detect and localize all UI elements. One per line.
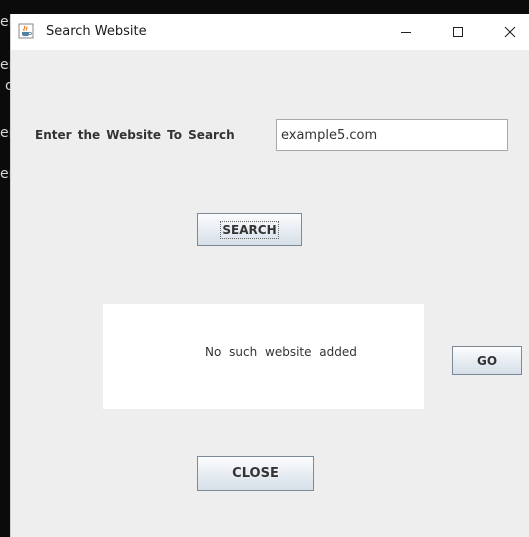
search-website-window: Search Website Enter the Website To Sear…	[10, 14, 529, 537]
maximize-icon	[453, 27, 463, 37]
title-bar[interactable]: Search Website	[11, 14, 529, 50]
close-button-label: CLOSE	[232, 466, 279, 481]
website-search-input[interactable]	[276, 119, 508, 151]
minimize-button[interactable]	[383, 18, 429, 46]
website-label: Enter the Website To Search	[35, 128, 235, 142]
window-title: Search Website	[46, 24, 147, 39]
go-button[interactable]: GO	[452, 346, 522, 375]
minimize-icon	[401, 32, 411, 33]
result-panel: No such website added	[103, 304, 424, 409]
search-button-label: SEARCH	[220, 220, 279, 239]
close-icon	[504, 26, 516, 38]
java-cup-icon	[18, 23, 34, 39]
maximize-button[interactable]	[435, 18, 481, 46]
close-button[interactable]: CLOSE	[197, 456, 314, 491]
go-button-label: GO	[476, 353, 498, 368]
close-window-button[interactable]	[487, 18, 529, 46]
result-message: No such website added	[205, 345, 357, 359]
search-button[interactable]: SEARCH	[197, 213, 302, 246]
